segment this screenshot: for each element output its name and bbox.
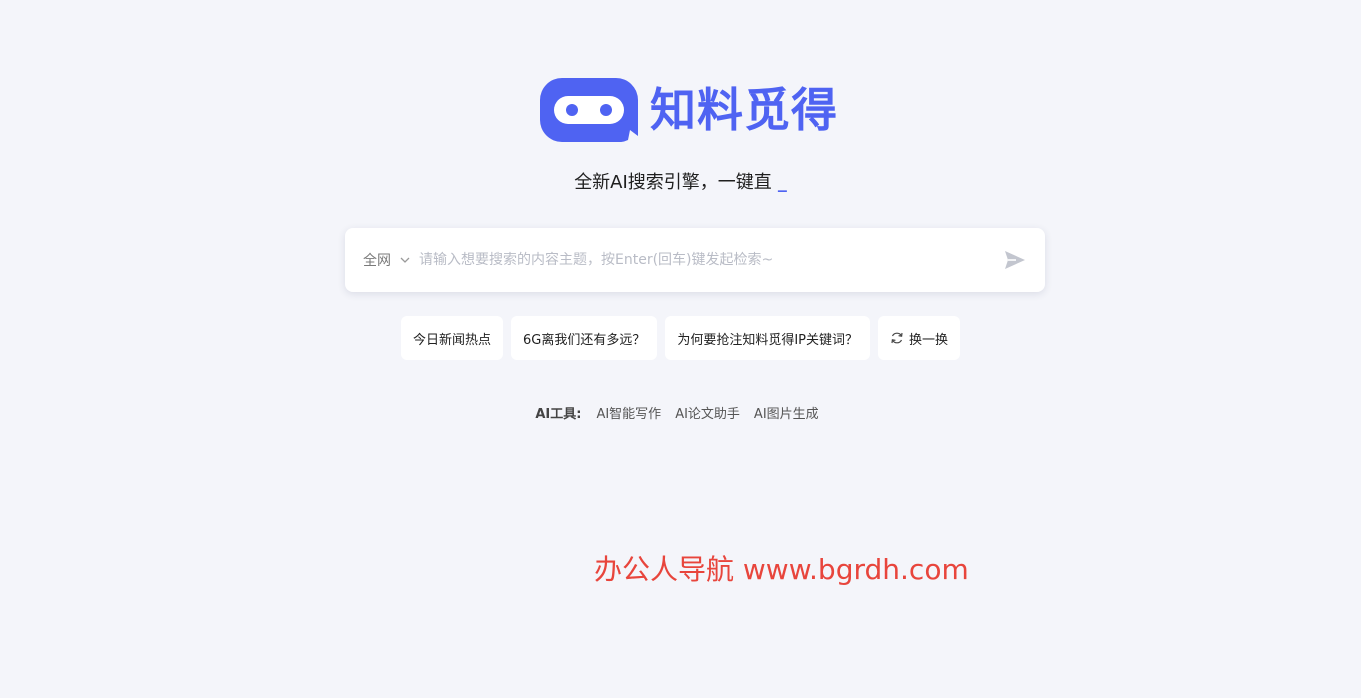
ai-tool-link-paper[interactable]: AI论文助手 (675, 403, 740, 422)
search-scope-select[interactable]: 全网 (363, 250, 411, 270)
ai-tools-label: AI工具: (535, 407, 582, 422)
ai-tools-bar: AI工具: AI智能写作 AI论文助手 AI图片生成 (0, 403, 1361, 422)
search-input[interactable] (419, 240, 1003, 280)
typing-cursor: _ (777, 172, 787, 193)
refresh-button[interactable]: 换一换 (878, 316, 961, 360)
brand-logo[interactable]: 知料觅得 (540, 78, 838, 142)
chevron-down-icon (400, 257, 410, 263)
search-scope-label: 全网 (363, 253, 391, 269)
suggestion-list: 今日新闻热点 6G离我们还有多远？ 为何要抢注知料觅得IP关键词？ 换一换 (0, 316, 1361, 360)
suggestion-chip[interactable]: 6G离我们还有多远？ (510, 316, 658, 360)
refresh-label: 换一换 (909, 332, 949, 348)
suggestion-chip[interactable]: 今日新闻热点 (400, 316, 503, 360)
tagline: 全新AI搜索引擎，一键直 _ (0, 171, 1361, 195)
send-icon[interactable] (1003, 248, 1027, 272)
search-box: 全网 (345, 228, 1045, 292)
refresh-icon (891, 332, 903, 344)
ai-tool-link-image[interactable]: AI图片生成 (754, 403, 819, 422)
page: 知料觅得 全新AI搜索引擎，一键直_ 全网 今日新闻热点 6G离我们还有多远？ … (0, 0, 1361, 698)
watermark-text: 办公人导航 www.bgrdh.com (594, 553, 969, 586)
suggestion-chip[interactable]: 为何要抢注知料觅得IP关键词？ (665, 316, 871, 360)
ai-tool-link-writing[interactable]: AI智能写作 (596, 403, 661, 422)
chat-bubble-eyes-icon (540, 78, 638, 142)
tagline-text: 全新AI搜索引擎，一键直 (574, 172, 772, 193)
brand-name: 知料觅得 (650, 83, 838, 137)
